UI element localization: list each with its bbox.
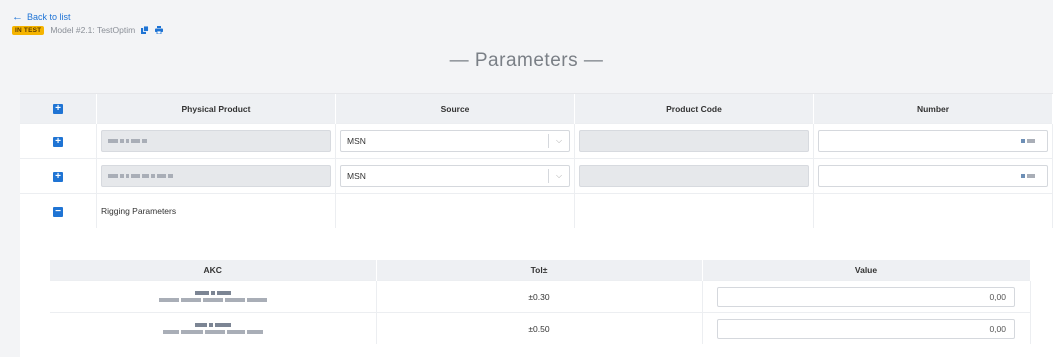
column-tolerance: Tol± (376, 260, 703, 281)
rigging-parameters-table: AKC Tol± Value ±0.30 0,00 ±0.50 0,00 (50, 260, 1031, 344)
row-collapse-cell: − (20, 193, 97, 228)
redacted-akc-code (194, 291, 231, 295)
source-select-value: MSN (347, 136, 366, 146)
table-header-row: + Physical Product Source Product Code N… (20, 94, 1053, 124)
tolerance-cell: ±0.50 (376, 312, 703, 344)
redacted-number (1021, 174, 1035, 178)
product-code-cell (574, 123, 814, 159)
model-subtitle: IN TEST Model #2.1: TestOptim (12, 25, 164, 35)
physical-product-cell (96, 158, 336, 194)
number-input[interactable] (818, 130, 1048, 152)
value-cell: 0,00 (702, 280, 1031, 313)
status-badge: IN TEST (12, 25, 45, 35)
back-arrow-icon: ← (12, 10, 23, 23)
redacted-number (1021, 139, 1035, 143)
product-code-field (579, 165, 809, 187)
source-cell: MSN ⌵ (335, 158, 575, 194)
page-title: — Parameters — (449, 50, 604, 71)
table-row: ±0.50 0,00 (50, 312, 1031, 344)
redacted-text (108, 139, 147, 143)
empty-cell (335, 193, 575, 228)
empty-cell (574, 193, 814, 228)
tolerance-cell: ±0.30 (376, 280, 703, 313)
source-cell: MSN ⌵ (335, 123, 575, 159)
column-number: Number (813, 94, 1053, 124)
akc-cell (50, 280, 377, 313)
column-physical-product: Physical Product (96, 94, 336, 124)
physical-product-field (101, 130, 331, 152)
parameters-panel: + Physical Product Source Product Code N… (20, 93, 1053, 357)
redacted-akc-description (162, 330, 263, 334)
value-input[interactable]: 0,00 (717, 318, 1015, 339)
source-select-value: MSN (347, 171, 366, 181)
column-akc: AKC (50, 260, 377, 281)
rigging-label-cell: Rigging Parameters (96, 193, 336, 228)
physical-product-cell (96, 123, 336, 159)
akc-cell (50, 312, 377, 344)
product-code-cell (574, 158, 814, 194)
copy-icon[interactable] (141, 25, 150, 34)
redacted-akc-description (158, 298, 267, 302)
row-expand-cell: + (20, 158, 97, 194)
redacted-akc-code (194, 323, 231, 327)
source-select[interactable]: MSN ⌵ (340, 165, 570, 187)
empty-cell (813, 193, 1053, 228)
back-to-list-label: Back to list (27, 12, 71, 22)
row-expand-cell: + (20, 123, 97, 159)
chevron-down-icon[interactable]: ⌵ (548, 169, 569, 183)
expand-plus-icon[interactable]: + (53, 136, 63, 147)
source-select[interactable]: MSN ⌵ (340, 130, 570, 152)
collapse-minus-icon[interactable]: − (53, 206, 63, 217)
product-code-field (579, 130, 809, 152)
header-expand-cell: + (20, 94, 97, 124)
value-input[interactable]: 0,00 (717, 286, 1015, 307)
table-row: ±0.30 0,00 (50, 280, 1031, 313)
number-cell (813, 158, 1053, 194)
model-name: Model #2.1: TestOptim (50, 25, 136, 35)
expand-all-plus-icon[interactable]: + (53, 104, 63, 114)
table-row: + MSN ⌵ (20, 123, 1053, 159)
table-row: + MSN ⌵ (20, 158, 1053, 194)
expand-plus-icon[interactable]: + (53, 171, 63, 182)
physical-product-field (101, 165, 331, 187)
chevron-down-icon[interactable]: ⌵ (548, 134, 569, 148)
print-icon[interactable] (155, 26, 164, 35)
rigging-row: − Rigging Parameters (20, 193, 1053, 228)
column-source: Source (335, 94, 575, 124)
rigging-parameters-section: AKC Tol± Value ±0.30 0,00 ±0.50 0,00 (50, 260, 1031, 344)
header: ← Back to list IN TEST Model #2.1: TestO… (12, 10, 164, 35)
parameters-table: + Physical Product Source Product Code N… (20, 94, 1053, 228)
column-product-code: Product Code (574, 94, 814, 124)
number-input[interactable] (818, 165, 1048, 187)
value-cell: 0,00 (702, 312, 1031, 344)
back-to-list-link[interactable]: ← Back to list (12, 10, 163, 23)
redacted-text (108, 174, 173, 178)
number-cell (813, 123, 1053, 159)
column-value: Value (702, 260, 1031, 281)
sub-header-row: AKC Tol± Value (50, 260, 1031, 281)
